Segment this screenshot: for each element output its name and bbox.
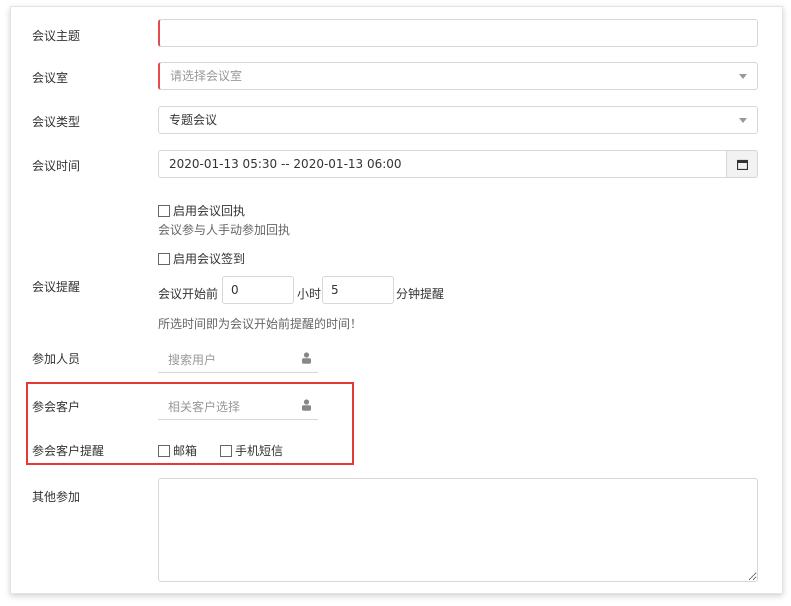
room-placeholder: 请选择会议室	[170, 69, 243, 83]
signin-checkbox-row[interactable]: 启用会议签到	[158, 250, 245, 267]
user-icon	[302, 352, 311, 364]
calendar-button[interactable]	[726, 150, 758, 178]
participants-placeholder: 搜索用户	[168, 353, 217, 367]
reminder-prefix: 会议开始前	[158, 287, 219, 301]
reminder-hours-input[interactable]: 0	[222, 276, 294, 304]
receipt-checkbox-row[interactable]: 启用会议回执	[158, 202, 245, 219]
receipt-hint: 会议参与人手动参加回执	[158, 223, 291, 237]
signin-checkbox-label: 启用会议签到	[173, 252, 246, 266]
type-select[interactable]: 专题会议	[158, 106, 758, 134]
others-textarea[interactable]	[158, 478, 758, 582]
time-input[interactable]: 2020-01-13 05:30 -- 2020-01-13 06:00	[158, 150, 758, 178]
reminder-minutes-suffix: 分钟提醒	[396, 287, 445, 301]
chevron-down-icon	[739, 74, 747, 79]
reminder-hours-value: 0	[231, 283, 239, 297]
reminder-minutes-input[interactable]: 5	[322, 276, 394, 304]
room-label: 会议室	[32, 71, 69, 85]
type-label: 会议类型	[32, 115, 81, 129]
signin-checkbox[interactable]	[158, 253, 170, 265]
participants-label: 参加人员	[32, 352, 81, 366]
reminder-hours-unit: 小时	[297, 287, 322, 301]
highlight-box	[26, 382, 354, 465]
time-label: 会议时间	[32, 159, 81, 173]
others-label: 其他参加	[32, 490, 81, 504]
reminder-label: 会议提醒	[32, 280, 81, 294]
time-value: 2020-01-13 05:30 -- 2020-01-13 06:00	[169, 157, 402, 171]
reminder-minutes-value: 5	[331, 283, 339, 297]
type-value: 专题会议	[169, 113, 218, 127]
participants-search-input[interactable]: 搜索用户	[158, 345, 318, 373]
calendar-icon	[737, 159, 748, 170]
topic-label: 会议主题	[32, 29, 81, 43]
topic-input[interactable]	[158, 19, 758, 47]
chevron-down-icon	[739, 118, 747, 123]
reminder-hint: 所选时间即为会议开始前提醒的时间！	[158, 317, 363, 331]
receipt-checkbox-label: 启用会议回执	[173, 204, 246, 218]
room-select[interactable]: 请选择会议室	[158, 62, 758, 90]
receipt-checkbox[interactable]	[158, 205, 170, 217]
